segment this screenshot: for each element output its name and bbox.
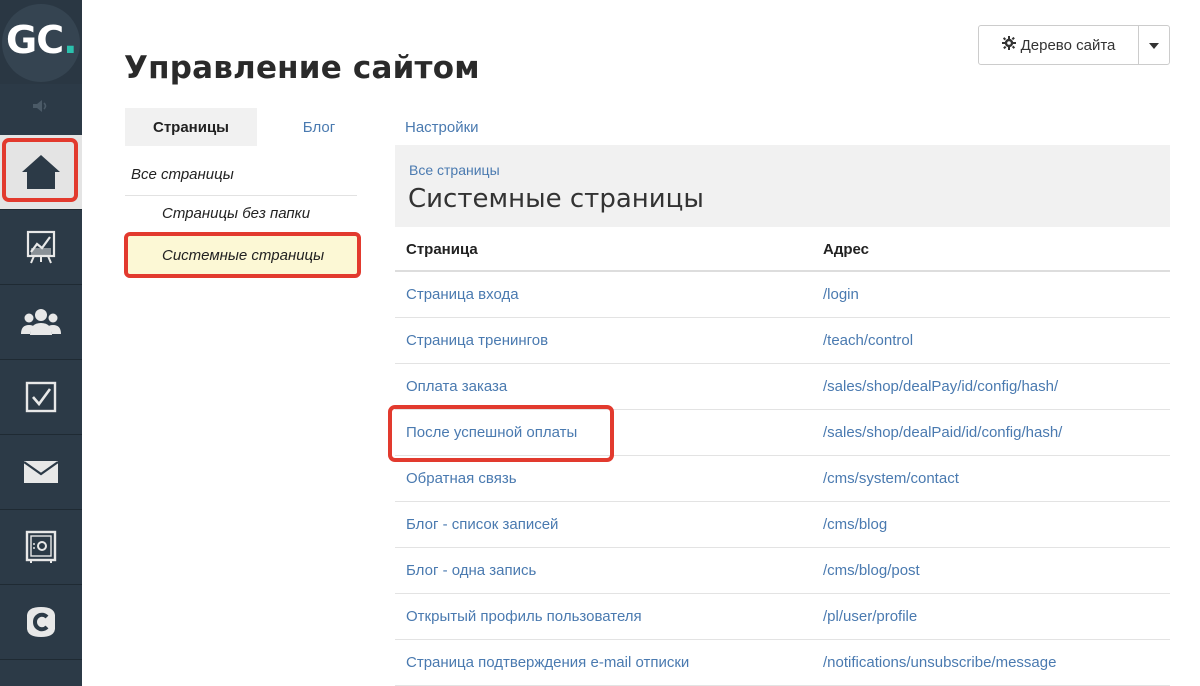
page-title: Управление сайтом — [124, 50, 480, 86]
address-link[interactable]: /sales/shop/dealPay/id/config/hash/ — [823, 378, 1058, 395]
c-badge-icon — [24, 605, 58, 639]
address-link[interactable]: /sales/shop/dealPaid/id/config/hash/ — [823, 424, 1062, 441]
subnav-pages-without-folder[interactable]: Страницы без папки — [162, 205, 310, 222]
users-group-icon — [21, 307, 61, 337]
chart-board-icon — [26, 230, 56, 264]
logo-text: GC. — [6, 18, 78, 62]
tab-pages[interactable]: Страницы — [125, 108, 257, 146]
page-link[interactable]: Страница тренингов — [406, 332, 548, 349]
sidebar-item-tasks[interactable] — [0, 360, 82, 435]
breadcrumb-all-pages[interactable]: Все страницы — [409, 162, 500, 178]
address-link[interactable]: /cms/blog/post — [823, 562, 920, 579]
table-row: Блог - одна запись /cms/blog/post — [395, 548, 1170, 594]
page-link[interactable]: Блог - одна запись — [406, 562, 536, 579]
address-link[interactable]: /cms/blog — [823, 516, 887, 533]
table-header: Страница Адрес — [395, 227, 1170, 272]
address-link[interactable]: /pl/user/profile — [823, 608, 917, 625]
sidebar-item-users[interactable] — [0, 285, 82, 360]
page-link[interactable]: Открытый профиль пользователя — [406, 608, 642, 625]
sidebar-item-analytics[interactable] — [0, 210, 82, 285]
site-tree-button-group: Дерево сайта — [978, 25, 1170, 65]
address-link[interactable]: /notifications/unsubscribe/message — [823, 654, 1056, 671]
address-link[interactable]: /login — [823, 286, 859, 303]
section-header: Все страницы Системные страницы — [395, 145, 1170, 227]
checkbox-icon — [25, 381, 57, 413]
table-row: Страница тренингов /teach/control — [395, 318, 1170, 364]
sidebar-item-messages[interactable] — [0, 435, 82, 510]
table-row: Блог - список записей /cms/blog — [395, 502, 1170, 548]
column-header-address: Адрес — [823, 241, 870, 258]
page-link[interactable]: Блог - список записей — [406, 516, 558, 533]
gear-icon — [1001, 36, 1016, 54]
highlight-success-payment-row — [388, 405, 614, 462]
section-title: Системные страницы — [408, 184, 704, 214]
table-row: Открытый профиль пользователя /pl/user/p… — [395, 594, 1170, 640]
table-row: Обратная связь /cms/system/contact — [395, 456, 1170, 502]
safe-icon — [25, 530, 57, 564]
sidebar-item-copyright[interactable] — [0, 585, 82, 660]
logo[interactable]: GC. — [0, 0, 82, 84]
table-row: Оплата заказа /sales/shop/dealPay/id/con… — [395, 364, 1170, 410]
table-row: Страница входа /login — [395, 272, 1170, 318]
page-link[interactable]: Обратная связь — [406, 470, 517, 487]
sidebar-item-safe[interactable] — [0, 510, 82, 585]
highlight-home — [2, 138, 78, 202]
subnav-all-pages[interactable]: Все страницы — [131, 166, 234, 183]
left-sidebar: GC. — [0, 0, 82, 686]
page-link[interactable]: Страница входа — [406, 286, 519, 303]
tab-settings[interactable]: Настройки — [382, 108, 512, 146]
site-tree-dropdown-toggle[interactable] — [1139, 26, 1169, 64]
column-header-page: Страница — [406, 241, 478, 258]
subnav-system-pages[interactable]: Системные страницы — [124, 232, 361, 278]
tab-blog[interactable]: Блог — [257, 108, 381, 146]
address-link[interactable]: /teach/control — [823, 332, 913, 349]
table-row: Страница подтверждения e-mail отписки /n… — [395, 640, 1170, 686]
page-link[interactable]: Оплата заказа — [406, 378, 507, 395]
caret-down-icon — [1149, 36, 1159, 54]
envelope-icon — [23, 460, 59, 484]
page-link[interactable]: Страница подтверждения e-mail отписки — [406, 654, 689, 671]
speaker-icon[interactable] — [0, 86, 82, 126]
site-tree-button[interactable]: Дерево сайта — [979, 26, 1139, 64]
subnav-divider — [125, 195, 357, 196]
address-link[interactable]: /cms/system/contact — [823, 470, 959, 487]
site-tree-label: Дерево сайта — [1020, 36, 1116, 54]
